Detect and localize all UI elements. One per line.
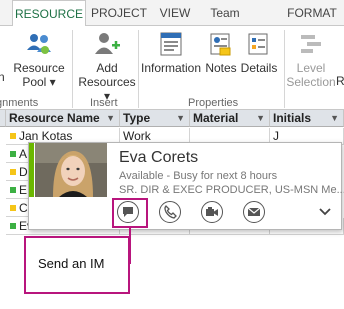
tab-project[interactable]: PROJECT — [88, 0, 150, 26]
indicator-icon — [10, 187, 16, 193]
details-label: Details — [240, 61, 278, 75]
assignments-group-label: gnments — [0, 97, 39, 109]
tab-team[interactable]: Team — [202, 0, 248, 26]
column-header-resource-name[interactable]: Resource Name ▼ — [6, 110, 120, 127]
level-selection-label-2: Selection — [286, 75, 336, 89]
dropdown-icon[interactable]: ▼ — [330, 110, 339, 127]
tab-resource[interactable]: RESOURCE — [12, 0, 86, 27]
resource-name-cell: D — [19, 165, 28, 179]
ribbon-separator — [72, 30, 73, 108]
ribbon-separator — [284, 30, 285, 108]
column-header-initials[interactable]: Initials ▼ — [270, 110, 344, 127]
column-label: Resource Name — [9, 111, 100, 125]
indicator-icon — [10, 151, 16, 157]
callout-text: Send an IM — [38, 256, 105, 271]
tab-view[interactable]: VIEW — [152, 0, 198, 26]
contact-title: SR. DIR & EXEC PRODUCER, US-MSN Me... — [119, 184, 344, 196]
information-icon — [160, 32, 182, 56]
level-selection-icon — [301, 35, 321, 53]
indicator-icon — [10, 169, 16, 175]
video-icon[interactable] — [201, 201, 223, 223]
notes-label: Notes — [205, 61, 237, 75]
email-icon[interactable] — [243, 201, 265, 223]
resource-pool-button[interactable]: Resource Pool ▾ — [12, 30, 66, 89]
add-resources-label-1: Add — [96, 61, 118, 75]
indicator-icon — [10, 133, 16, 139]
indicator-icon — [10, 205, 16, 211]
dropdown-icon[interactable]: ▼ — [176, 110, 185, 127]
level-selection-label-1: Level — [296, 61, 326, 75]
ribbon-tabs: RESOURCE PROJECT VIEW Team FORMAT — [0, 0, 344, 27]
ribbon-separator — [138, 30, 139, 108]
resource-name-cell: Jan Kotas — [19, 129, 73, 143]
im-highlight-box — [112, 198, 148, 228]
information-button[interactable]: Information — [140, 30, 202, 75]
chevron-down-icon[interactable] — [319, 205, 331, 219]
column-label: Material — [193, 111, 239, 125]
dropdown-icon[interactable]: ▼ — [256, 110, 265, 127]
column-label: Type — [123, 111, 151, 125]
properties-group-label: Properties — [188, 97, 239, 109]
column-header-type[interactable]: Type ▼ — [120, 110, 190, 127]
resource-pool-label-1: Resource — [13, 61, 65, 75]
resource-pool-icon — [27, 34, 51, 54]
contact-card: Eva Corets Available - Busy for next 8 h… — [28, 142, 344, 230]
indicator-icon — [10, 223, 16, 229]
information-label: Information — [140, 61, 202, 75]
contact-photo — [35, 143, 107, 197]
resource-name-cell: A — [19, 147, 28, 161]
details-icon — [248, 33, 268, 55]
insert-group-label: Insert — [90, 97, 118, 109]
notes-button[interactable]: Notes — [204, 30, 238, 75]
assignments-partial-label: n — [0, 70, 5, 84]
add-resources-icon — [95, 33, 120, 54]
ribbon: n gnments Resource Pool ▾ Add Resources … — [0, 26, 344, 110]
callout-box: Send an IM — [24, 236, 130, 294]
resource-name-cell: E — [19, 183, 28, 197]
column-label: Initials — [273, 111, 312, 125]
notes-icon — [210, 33, 231, 56]
presence-bar — [29, 143, 34, 197]
tab-format[interactable]: FORMAT — [282, 0, 342, 26]
phone-icon[interactable] — [159, 201, 181, 223]
dropdown-icon[interactable]: ▼ — [106, 110, 115, 127]
add-resources-button[interactable]: Add Resources ▾ — [76, 30, 138, 103]
contact-status: Available - Busy for next 8 hours — [119, 170, 278, 182]
resource-name-cell: C — [19, 201, 28, 215]
resource-pool-label-2: Pool ▾ — [22, 75, 56, 89]
column-header-material[interactable]: Material ▼ — [190, 110, 270, 127]
level-selection-button[interactable]: Level Selection — [286, 30, 336, 89]
details-button[interactable]: Details — [240, 30, 278, 75]
contact-name: Eva Corets — [119, 149, 199, 166]
ribbon-partial-label: R — [336, 74, 344, 88]
